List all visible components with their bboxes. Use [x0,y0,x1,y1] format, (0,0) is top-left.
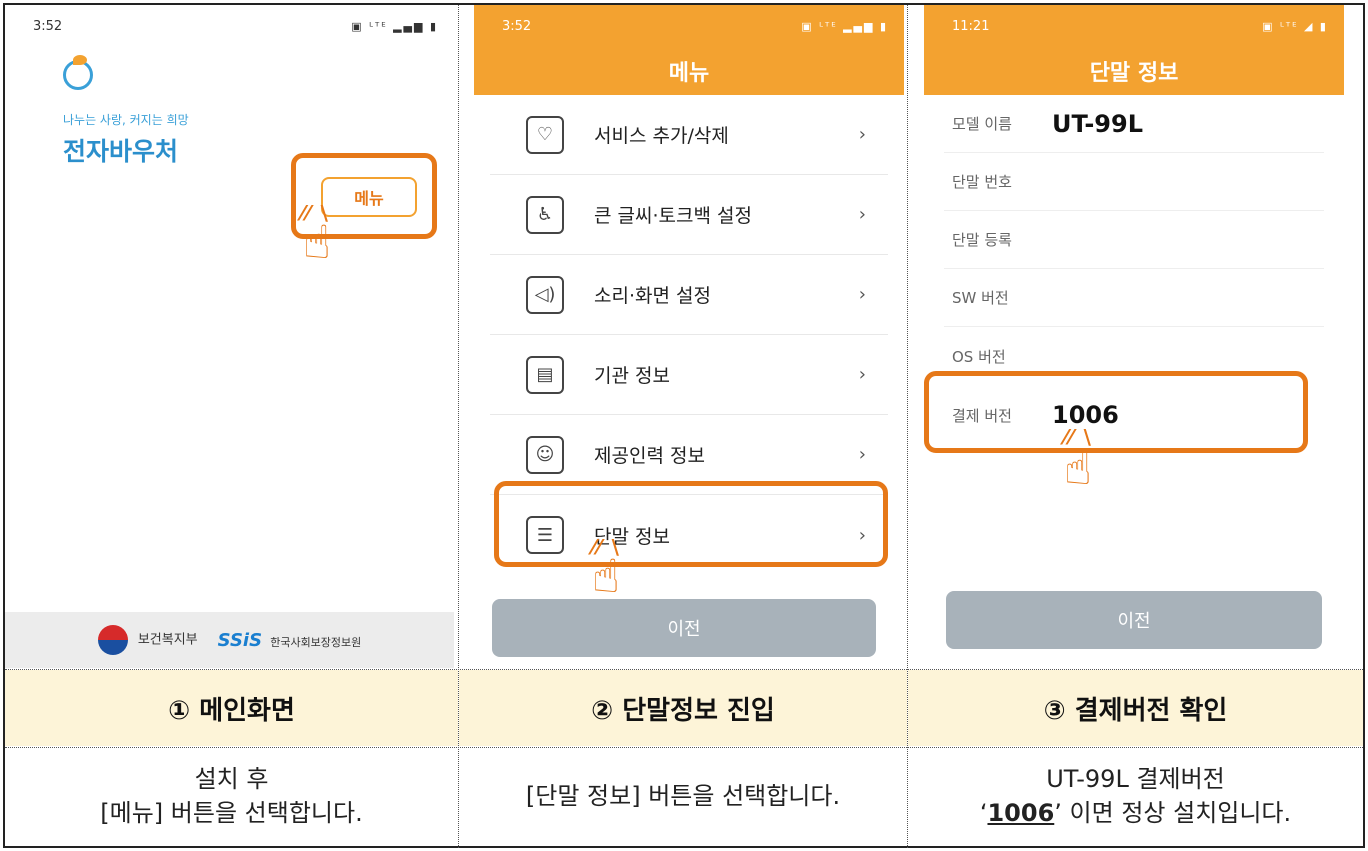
column-divider [907,5,908,848]
row-divider [5,747,1363,748]
column-divider [458,5,459,848]
row-divider [5,669,1363,670]
outer-frame [3,3,1365,848]
